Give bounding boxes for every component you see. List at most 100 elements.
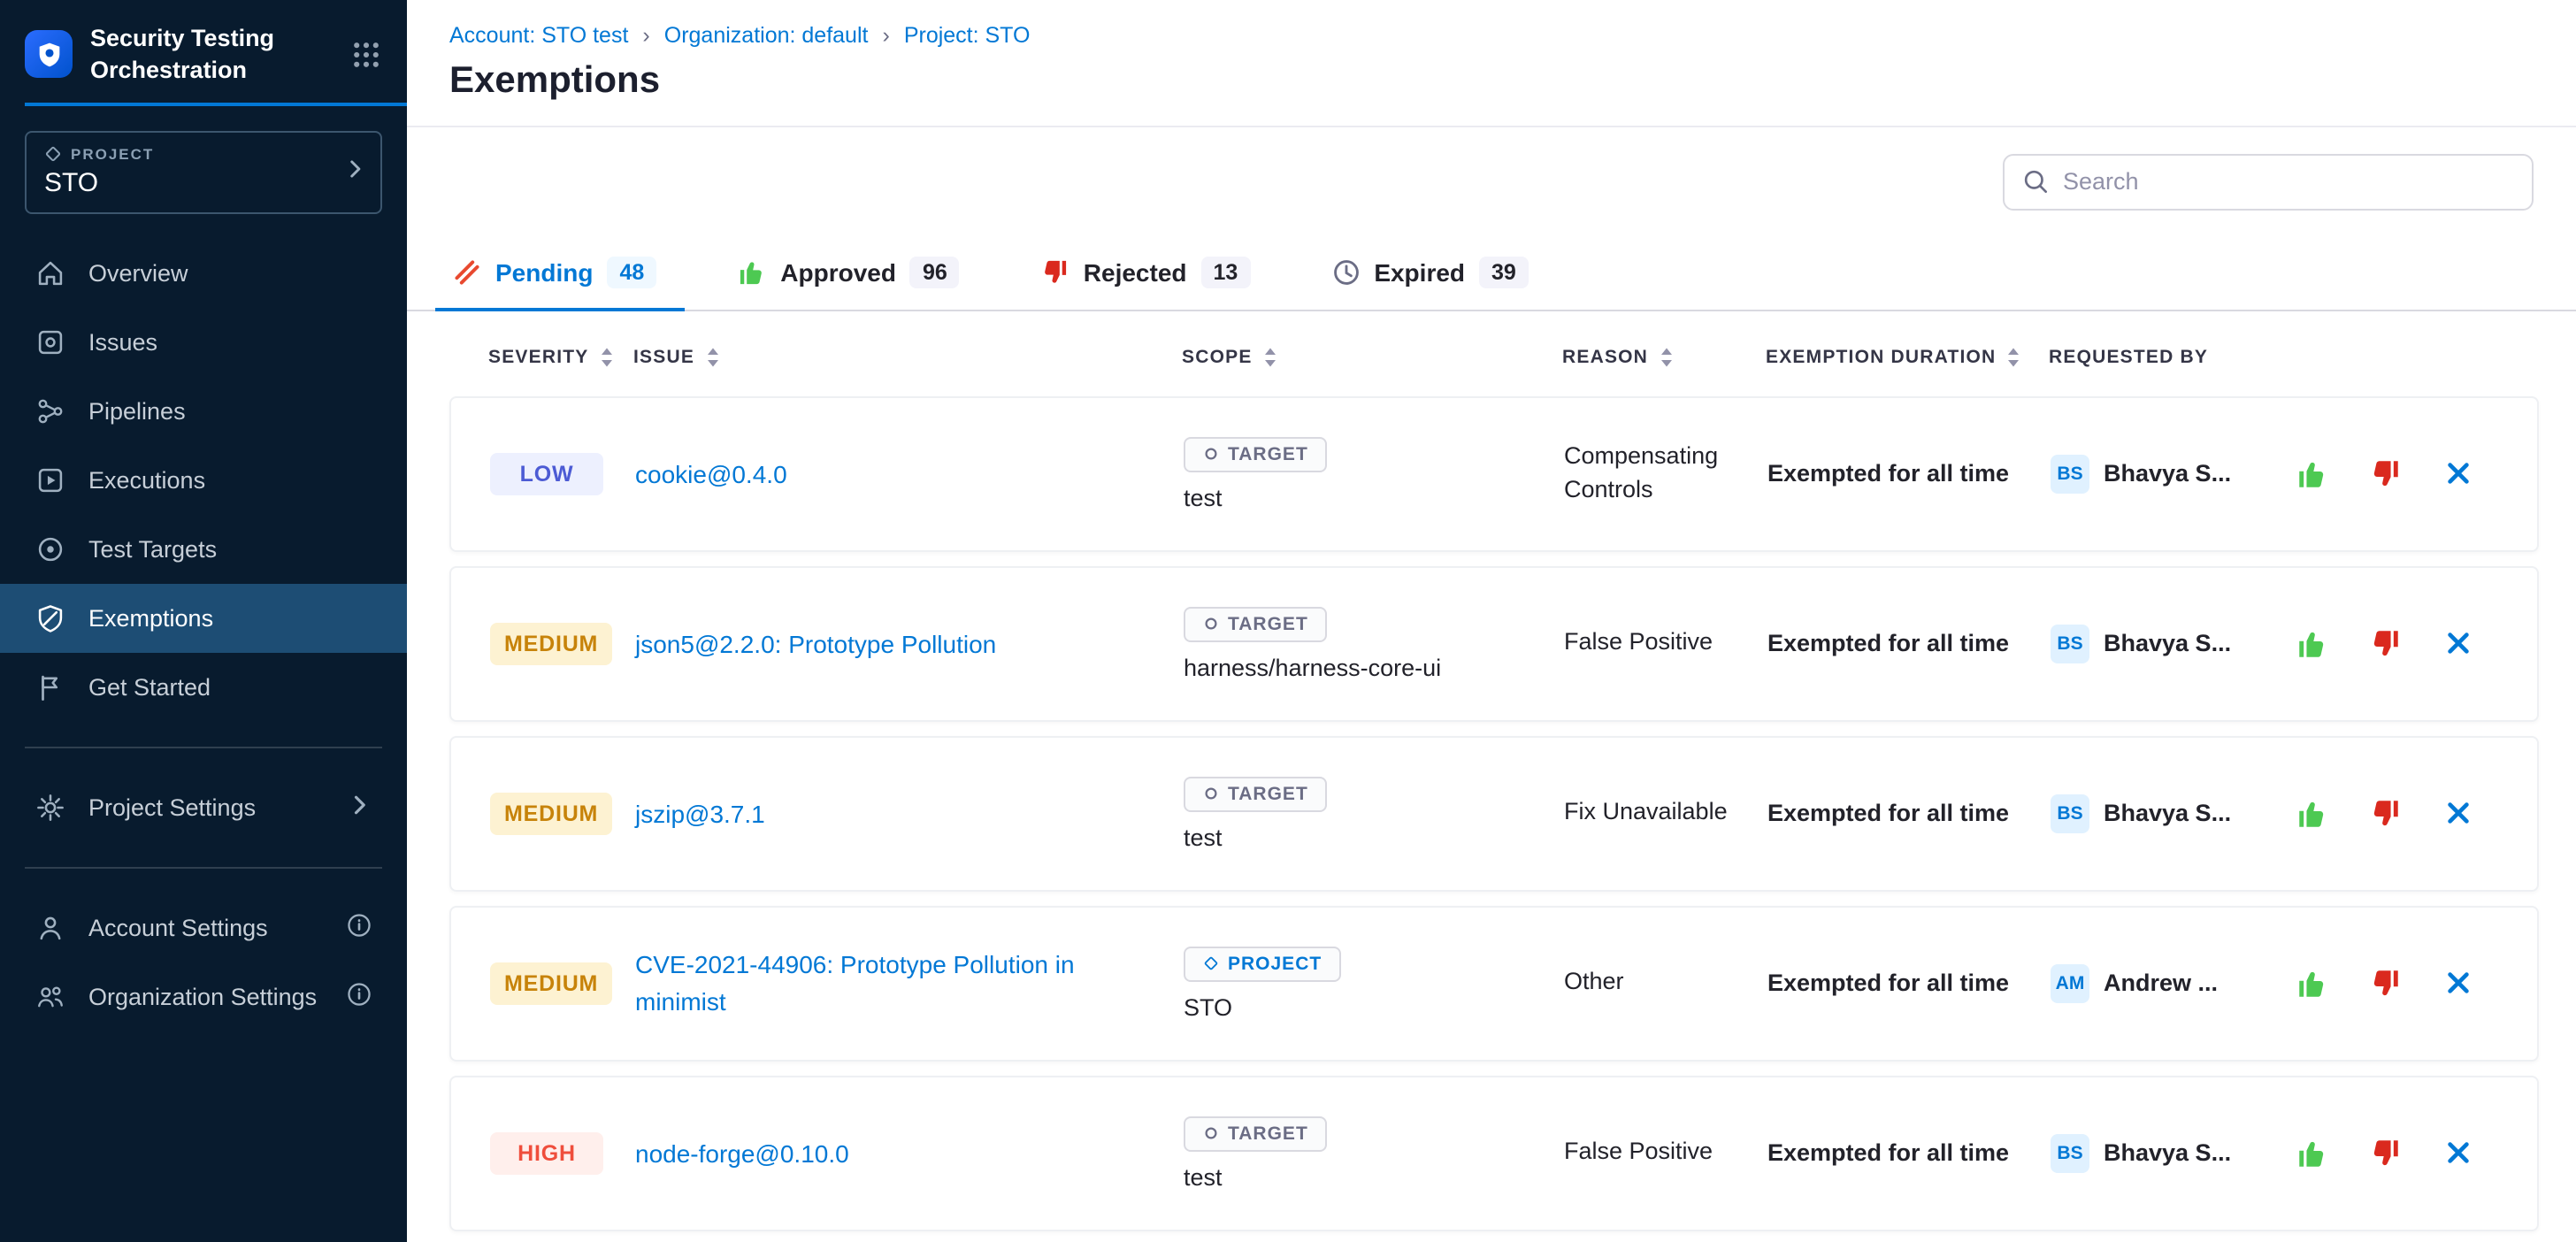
issue-link[interactable]: jszip@3.7.1 <box>635 795 790 832</box>
scope-pill: TARGET <box>1184 1116 1328 1151</box>
avatar: BS <box>2051 454 2089 493</box>
approve-button[interactable] <box>2296 797 2328 829</box>
search-box[interactable] <box>2003 154 2534 211</box>
reject-button[interactable] <box>2369 797 2401 829</box>
header-exemption-duration[interactable]: EXEMPTION DURATION <box>1766 346 2049 367</box>
issue-link[interactable]: node-forge@0.10.0 <box>635 1135 874 1171</box>
project-icon <box>1203 955 1219 971</box>
sidebar-item-executions[interactable]: Executions <box>0 446 407 515</box>
requested-by-cell: BS Bhavya S... <box>2051 624 2281 663</box>
reason: Other <box>1564 966 1767 1000</box>
app-root: Security Testing Orchestration PROJECT S… <box>0 0 2576 1242</box>
info-icon[interactable] <box>347 913 372 943</box>
pipelines-icon <box>35 396 65 426</box>
sidebar-item-get-started[interactable]: Get Started <box>0 653 407 722</box>
scope-pill-label: PROJECT <box>1228 953 1322 974</box>
reject-button[interactable] <box>2369 967 2401 999</box>
severity-badge: HIGH <box>490 1131 603 1174</box>
reject-button[interactable] <box>2369 457 2401 489</box>
pending-icon <box>453 258 481 287</box>
avatar: BS <box>2051 1133 2089 1172</box>
sidebar-item-label: Exemptions <box>88 605 213 632</box>
reject-button[interactable] <box>2369 1137 2401 1169</box>
header-reason[interactable]: REASON <box>1562 346 1766 367</box>
severity-badge: LOW <box>490 452 603 494</box>
project-selector[interactable]: PROJECT STO <box>25 131 382 214</box>
tab-rejected[interactable]: Rejected 13 <box>1038 237 1254 310</box>
search-input[interactable] <box>2063 169 2514 196</box>
sidebar-item-pipelines[interactable]: Pipelines <box>0 377 407 446</box>
target-icon <box>35 534 65 564</box>
tab-count: 39 <box>1479 257 1529 288</box>
header-issue[interactable]: ISSUE <box>633 346 1182 367</box>
header-requested-by[interactable]: REQUESTED BY <box>2049 346 2279 367</box>
requester-name: Bhavya S... <box>2104 800 2231 826</box>
requested-by-cell: BS Bhavya S... <box>2051 454 2281 493</box>
sidebar-item-overview[interactable]: Overview <box>0 239 407 308</box>
sidebar-item-exemptions[interactable]: Exemptions <box>0 584 407 653</box>
cancel-button[interactable] <box>2442 797 2473 829</box>
main-content: Account: STO test › Organization: defaul… <box>407 0 2576 1242</box>
tab-approved[interactable]: Approved 96 <box>734 237 963 310</box>
scope-cell: PROJECT STO <box>1184 946 1564 1020</box>
header-scope[interactable]: SCOPE <box>1182 346 1562 367</box>
tab-count: 13 <box>1201 257 1251 288</box>
tab-pending[interactable]: Pending 48 <box>449 237 660 310</box>
requester-name: Bhavya S... <box>2104 630 2231 656</box>
table-header-row: SEVERITY ISSUE SCOPE REASON EXEMPTION DU… <box>449 346 2539 395</box>
page-title: Exemptions <box>449 60 2534 126</box>
clock-icon <box>1331 258 1360 287</box>
reason: Compensating Controls <box>1564 441 1767 508</box>
table-row: MEDIUM CVE-2021-44906: Prototype Polluti… <box>449 905 2539 1061</box>
sidebar-item-organization-settings[interactable]: Organization Settings <box>0 962 407 1031</box>
requested-by-cell: AM Andrew ... <box>2051 963 2281 1002</box>
sidebar-item-label: Executions <box>88 467 205 494</box>
scope-pill: TARGET <box>1184 776 1328 811</box>
scope-value: test <box>1184 484 1223 510</box>
severity-badge: MEDIUM <box>490 792 612 834</box>
project-selector-label-row: PROJECT <box>44 145 334 163</box>
approve-button[interactable] <box>2296 457 2328 489</box>
cancel-button[interactable] <box>2442 457 2473 489</box>
approve-button[interactable] <box>2296 627 2328 659</box>
harness-logo-icon <box>25 30 73 78</box>
avatar: BS <box>2051 624 2089 663</box>
apps-grid-icon[interactable] <box>350 38 382 70</box>
severity-cell: LOW <box>490 452 635 494</box>
reason: False Positive <box>1564 1136 1767 1169</box>
scope-pill-label: TARGET <box>1228 783 1308 804</box>
table-row: LOW cookie@0.4.0 TARGET test Compensatin… <box>449 395 2539 551</box>
breadcrumb-organization-link[interactable]: Organization: default <box>664 23 869 48</box>
issue-cell: node-forge@0.10.0 <box>635 1135 1184 1171</box>
reject-button[interactable] <box>2369 627 2401 659</box>
approve-button[interactable] <box>2296 967 2328 999</box>
page-header: Account: STO test › Organization: defaul… <box>407 0 2576 127</box>
sidebar-item-account-settings[interactable]: Account Settings <box>0 893 407 962</box>
issue-cell: cookie@0.4.0 <box>635 456 1184 492</box>
scope-pill: PROJECT <box>1184 946 1341 981</box>
requested-by-cell: BS Bhavya S... <box>2051 1133 2281 1172</box>
executions-icon <box>35 465 65 495</box>
sidebar-item-test-targets[interactable]: Test Targets <box>0 515 407 584</box>
info-icon[interactable] <box>347 982 372 1012</box>
scope-value: harness/harness-core-ui <box>1184 654 1441 680</box>
issue-link[interactable]: CVE-2021-44906: Prototype Pollution in m… <box>635 947 1184 1019</box>
sidebar-item-label: Overview <box>88 260 188 287</box>
sidebar: Security Testing Orchestration PROJECT S… <box>0 0 407 1242</box>
severity-badge: MEDIUM <box>490 622 612 664</box>
reason: Fix Unavailable <box>1564 796 1767 830</box>
sidebar-item-project-settings[interactable]: Project Settings <box>0 773 407 842</box>
cancel-button[interactable] <box>2442 1137 2473 1169</box>
cancel-button[interactable] <box>2442 967 2473 999</box>
issue-link[interactable]: cookie@0.4.0 <box>635 456 812 492</box>
flag-icon <box>35 672 65 702</box>
breadcrumb-account-link[interactable]: Account: STO test <box>449 23 628 48</box>
tab-label: Approved <box>780 258 896 287</box>
sidebar-item-issues[interactable]: Issues <box>0 308 407 377</box>
header-severity[interactable]: SEVERITY <box>488 346 633 367</box>
approve-button[interactable] <box>2296 1137 2328 1169</box>
cancel-button[interactable] <box>2442 627 2473 659</box>
tab-expired[interactable]: Expired 39 <box>1328 237 1532 310</box>
breadcrumb-project-link[interactable]: Project: STO <box>904 23 1031 48</box>
issue-link[interactable]: json5@2.2.0: Prototype Pollution <box>635 625 1021 662</box>
